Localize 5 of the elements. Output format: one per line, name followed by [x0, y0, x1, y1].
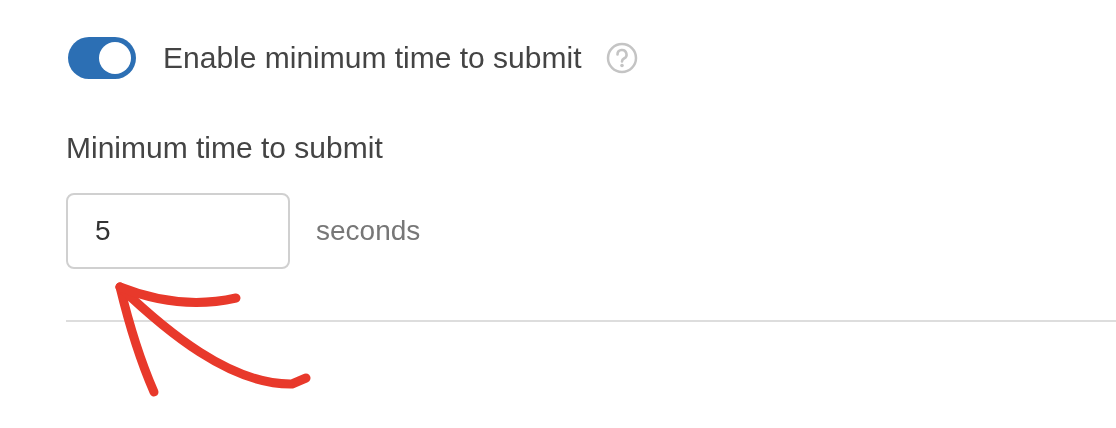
field-label: Minimum time to submit [66, 131, 384, 165]
unit-label: seconds [316, 215, 421, 247]
number-input[interactable]: 5 [66, 193, 290, 269]
toggle-switch[interactable] [68, 37, 136, 79]
toggle-label: Enable minimum time to submit [163, 41, 582, 75]
